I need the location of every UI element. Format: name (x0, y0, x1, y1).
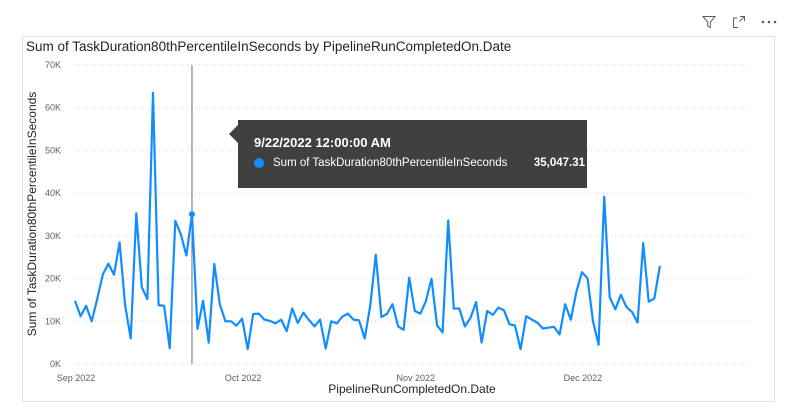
tooltip-row: Sum of TaskDuration80thPercentileInSecon… (254, 157, 587, 169)
hover-point-marker (188, 211, 195, 218)
line-chart: 0K10K20K30K40K50K60K70KSep 2022 Oct 2022 N… (25, 60, 749, 396)
y-tick-label: 0K (50, 359, 61, 369)
y-tick-label: 10K (45, 316, 61, 326)
x-axis-title: PipelineRunCompletedOn.Date (328, 382, 496, 396)
y-tick-label: 40K (45, 188, 61, 198)
y-tick-label: 70K (45, 60, 61, 70)
y-tick-label: 30K (45, 231, 61, 241)
x-tick-label: Oct 2022 (225, 373, 262, 383)
tooltip-value: 35,047.31 (533, 157, 585, 169)
x-tick-label: Sep 2022 (57, 373, 96, 383)
tooltip: 9/22/2022 12:00:00 AM Sum of TaskDuratio… (229, 120, 587, 188)
series-color-dot (254, 158, 264, 168)
y-tick-label: 60K (45, 103, 61, 113)
y-tick-label: 50K (45, 145, 61, 155)
y-axis-title: Sum of TaskDuration80thPercentileInSecon… (25, 92, 39, 337)
tooltip-series-label: Sum of TaskDuration80thPercentileInSecon… (273, 157, 508, 169)
y-tick-label: 20K (45, 274, 61, 284)
tooltip-date: 9/22/2022 12:00:00 AM (254, 135, 391, 150)
x-tick-label: Dec 2022 (564, 373, 603, 383)
